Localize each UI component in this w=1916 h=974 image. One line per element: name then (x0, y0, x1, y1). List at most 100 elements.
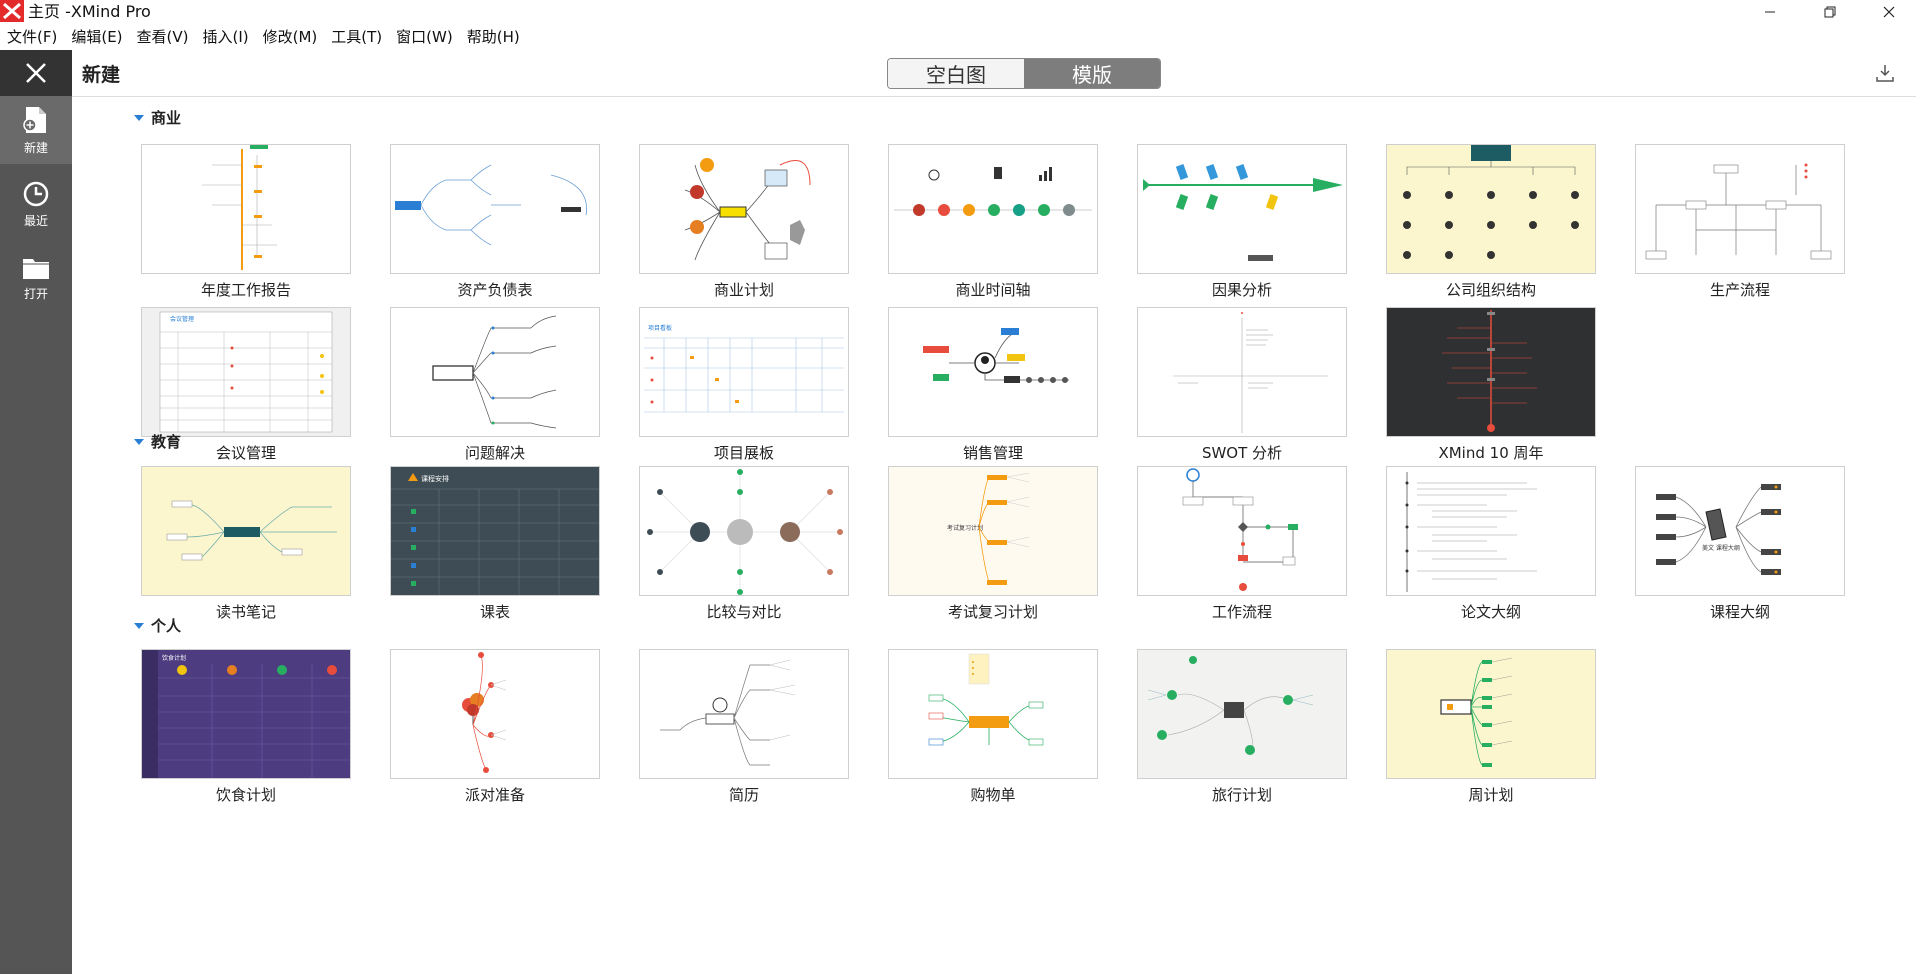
restore-button[interactable] (1807, 0, 1853, 24)
section-header-business[interactable]: 商业 (134, 107, 181, 128)
view-toggle: 空白图 模版 (887, 58, 1161, 89)
template-card[interactable]: 读书笔记 (141, 466, 351, 622)
template-name: 生产流程 (1709, 281, 1770, 299)
menu-edit[interactable]: 编辑(E) (64, 26, 129, 48)
template-name: 商业时间轴 (955, 281, 1031, 299)
template-name: 论文大纲 (1460, 603, 1521, 621)
new-file-icon (23, 106, 46, 133)
svg-text:课程安排: 课程安排 (421, 474, 449, 483)
sidebar-item-new[interactable]: 新建 (0, 96, 72, 164)
menu-file[interactable]: 文件(F) (0, 26, 64, 48)
template-thumbnail (1137, 466, 1347, 596)
template-thumbnail: 饮食计划 (141, 649, 351, 779)
minimize-icon (1765, 11, 1775, 13)
template-name: 项目展板 (713, 444, 774, 462)
template-thumbnail (390, 307, 600, 437)
svg-text:项目看板: 项目看板 (648, 324, 672, 332)
template-card[interactable]: 购物单 (888, 649, 1098, 805)
content-header: 新建 空白图 模版 (72, 50, 1916, 97)
template-card[interactable]: 商业计划 (639, 144, 849, 300)
template-name: 饮食计划 (215, 786, 276, 804)
sidebar-item-open[interactable]: 打开 (0, 244, 72, 312)
template-thumbnail (141, 144, 351, 274)
template-thumbnail (888, 307, 1098, 437)
download-icon (1876, 65, 1894, 82)
template-name: 课表 (479, 603, 510, 621)
template-name: SWOT 分析 (1201, 444, 1283, 462)
template-name: 年度工作报告 (200, 281, 291, 299)
template-thumbnail (1137, 307, 1347, 437)
menu-modify[interactable]: 修改(M) (256, 26, 325, 48)
template-card[interactable]: 比较与对比 (639, 466, 849, 622)
menu-insert[interactable]: 插入(I) (196, 26, 256, 48)
close-panel-button[interactable] (0, 50, 72, 96)
template-name: 因果分析 (1211, 281, 1272, 299)
section-title: 个人 (151, 617, 182, 635)
collapse-arrow-icon (134, 622, 144, 629)
xmind-logo-icon (0, 0, 24, 22)
template-thumbnail (888, 649, 1098, 779)
section-title: 商业 (151, 109, 182, 127)
template-card[interactable]: 销售管理 (888, 307, 1098, 463)
template-card[interactable]: 饮食计划 饮食计划 (141, 649, 351, 805)
svg-text:考试复习计划: 考试复习计划 (947, 524, 983, 532)
template-card[interactable]: 因果分析 (1137, 144, 1347, 300)
template-card[interactable]: SWOT 分析 (1137, 307, 1347, 463)
template-thumbnail (390, 649, 600, 779)
template-card[interactable]: XMind 10 周年 (1386, 307, 1596, 463)
sidebar-item-recent[interactable]: 最近 (0, 170, 72, 238)
tab-templates[interactable]: 模版 (1024, 59, 1160, 88)
template-card[interactable]: 周计划 (1386, 649, 1596, 805)
template-gallery: 商业 年度工作报告 资产负债表 商业计划 商业时间轴 因果分析 公司组织结构 生… (72, 97, 1916, 974)
template-card[interactable]: 公司组织结构 (1386, 144, 1596, 300)
section-header-personal[interactable]: 个人 (134, 615, 181, 636)
template-thumbnail: 考试复习计划 (888, 466, 1098, 596)
template-card[interactable]: 工作流程 (1137, 466, 1347, 622)
template-card[interactable]: 问题解决 (390, 307, 600, 463)
template-name: 周计划 (1468, 786, 1514, 804)
template-card[interactable]: 商业时间轴 (888, 144, 1098, 300)
tab-blank[interactable]: 空白图 (888, 59, 1024, 88)
svg-text:饮食计划: 饮食计划 (162, 654, 186, 662)
page-title: 新建 (82, 64, 121, 86)
minimize-button[interactable] (1747, 0, 1793, 24)
template-thumbnail: 课程安排 (390, 466, 600, 596)
template-thumbnail (390, 144, 600, 274)
template-card[interactable]: 派对准备 (390, 649, 600, 805)
template-card[interactable]: 论文大纲 (1386, 466, 1596, 622)
template-card[interactable]: 简历 (639, 649, 849, 805)
section-header-education[interactable]: 教育 (134, 431, 181, 452)
menu-view[interactable]: 查看(V) (130, 26, 196, 48)
clock-icon (23, 181, 49, 206)
template-name: 派对准备 (464, 786, 525, 804)
close-window-button[interactable] (1866, 0, 1912, 24)
template-name: 简历 (728, 786, 759, 804)
template-card[interactable]: 课程安排 课表 (390, 466, 600, 622)
template-card[interactable]: 资产负债表 (390, 144, 600, 300)
menu-tools[interactable]: 工具(T) (324, 26, 389, 48)
template-card[interactable]: 美文 课程大纲 课程大纲 (1635, 466, 1845, 622)
template-thumbnail: 项目看板 (639, 307, 849, 437)
template-name: 课程大纲 (1709, 603, 1770, 621)
template-card[interactable]: 年度工作报告 (141, 144, 351, 300)
template-thumbnail: 美文 课程大纲 (1635, 466, 1845, 596)
template-card[interactable]: 旅行计划 (1137, 649, 1347, 805)
template-name: 比较与对比 (706, 603, 782, 621)
download-button[interactable] (1874, 62, 1896, 84)
menu-help[interactable]: 帮助(H) (460, 26, 527, 48)
template-thumbnail (1137, 144, 1347, 274)
template-card[interactable]: 考试复习计划 考试复习计划 (888, 466, 1098, 622)
sidebar-item-label: 新建 (23, 140, 48, 155)
section-title: 教育 (151, 433, 182, 451)
collapse-arrow-icon (134, 114, 144, 121)
template-name: 旅行计划 (1211, 786, 1272, 804)
template-card[interactable]: 生产流程 (1635, 144, 1845, 300)
collapse-arrow-icon (134, 438, 144, 445)
restore-icon (1824, 6, 1836, 18)
menu-window[interactable]: 窗口(W) (389, 26, 460, 48)
template-thumbnail (1386, 649, 1596, 779)
template-thumbnail (1386, 144, 1596, 274)
template-thumbnail (639, 466, 849, 596)
template-card[interactable]: 项目看板 项目展板 (639, 307, 849, 463)
folder-icon (23, 258, 49, 279)
